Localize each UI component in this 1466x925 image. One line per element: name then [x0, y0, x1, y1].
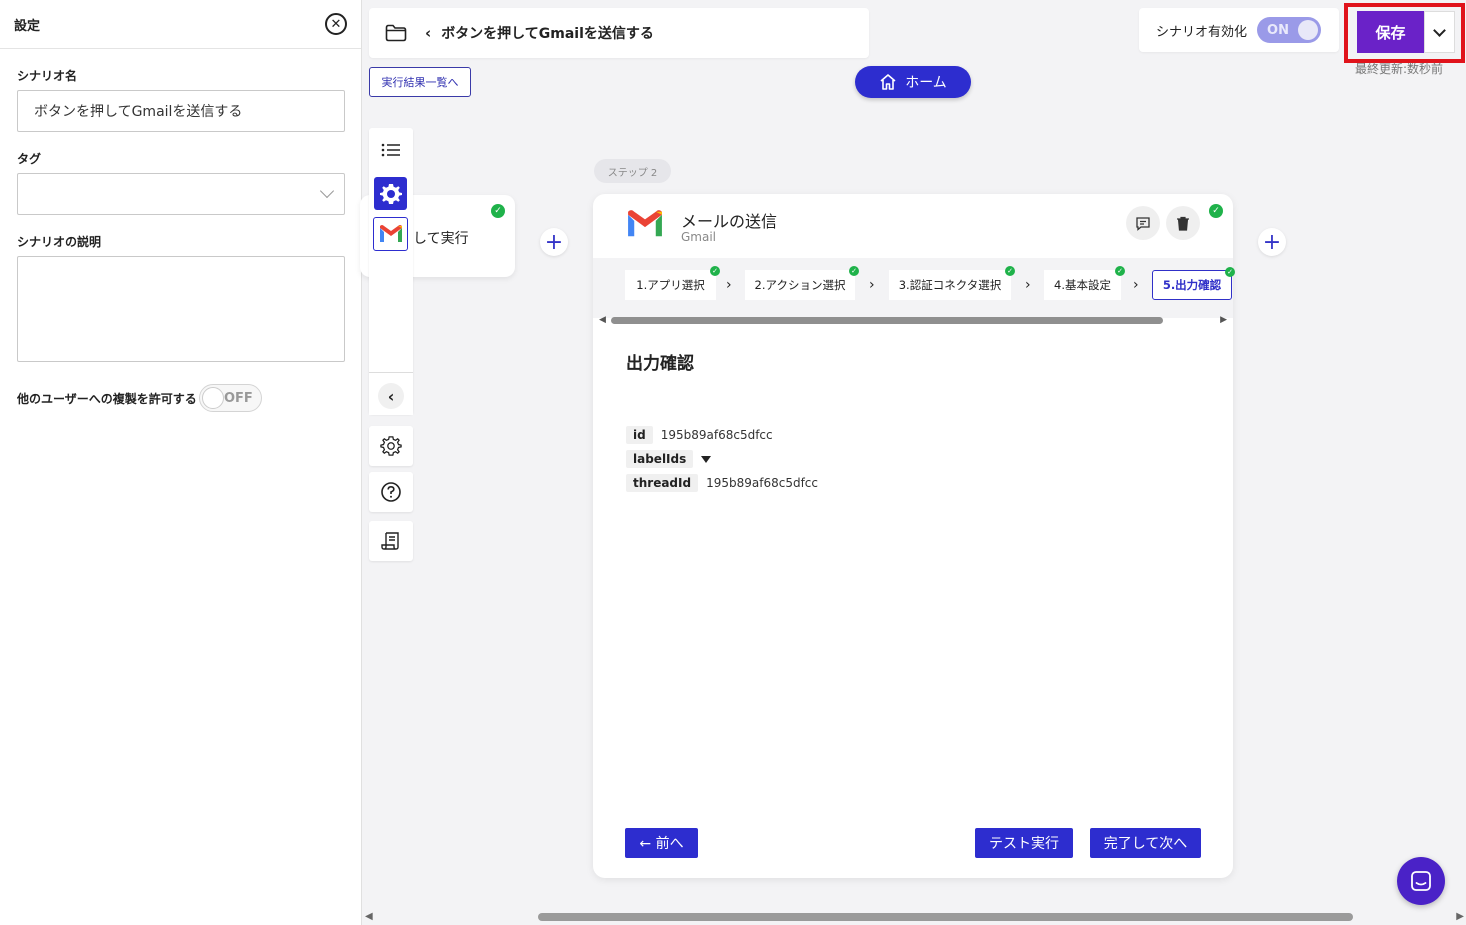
output-value: 195b89af68c5dfcc	[660, 428, 773, 442]
list-icon[interactable]	[369, 130, 413, 170]
trash-icon[interactable]	[1166, 206, 1200, 240]
check-icon: ✓	[1005, 266, 1015, 276]
scroll-thumb[interactable]	[538, 913, 1353, 921]
check-icon: ✓	[1115, 266, 1125, 276]
chat-icon[interactable]	[1397, 857, 1445, 905]
comment-icon[interactable]	[1126, 206, 1160, 240]
home-label: ホーム	[905, 75, 947, 91]
gmail-app-icon[interactable]	[373, 217, 408, 251]
scenario-name-input[interactable]: ボタンを押してGmailを送信する	[17, 90, 345, 132]
toggle-knob	[1298, 20, 1319, 40]
output-key: threadId	[626, 474, 699, 492]
breadcrumb-title: ボタンを押してGmailを送信する	[441, 26, 654, 42]
card-title: メールの送信	[681, 212, 778, 231]
card-subtitle: Gmail	[681, 230, 717, 244]
scroll-left-icon[interactable]: ◀	[365, 911, 373, 922]
log-icon[interactable]	[369, 521, 413, 561]
toggle-state: OFF	[223, 390, 253, 406]
output-value: 195b89af68c5dfcc	[706, 476, 818, 490]
folder-icon[interactable]	[385, 24, 407, 42]
chevron-down-icon	[319, 183, 335, 199]
output-row[interactable]: labelIds	[626, 450, 712, 468]
tag-label: タグ	[17, 152, 42, 166]
gmail-logo-icon	[625, 208, 665, 244]
tab-connector-select[interactable]: 3.認証コネクタ選択 ✓	[889, 266, 1015, 300]
help-icon[interactable]	[369, 472, 413, 512]
scenario-enable-box: シナリオ有効化 ON	[1139, 8, 1339, 52]
chevron-right-icon: ›	[726, 277, 732, 293]
add-step-icon[interactable]: +	[540, 228, 568, 256]
scenario-name-label: シナリオ名	[17, 69, 78, 83]
scroll-right-icon[interactable]: ▶	[1220, 315, 1227, 325]
check-icon: ✓	[1209, 204, 1223, 218]
settings-panel: 設定 ✕ シナリオ名 ボタンを押してGmailを送信する タグ シナリオの説明 …	[0, 0, 362, 925]
scroll-right-icon[interactable]: ▶	[1456, 911, 1464, 922]
complete-next-button[interactable]: 完了して次へ	[1090, 828, 1201, 858]
chevron-down-icon	[1433, 23, 1446, 37]
check-icon: ✓	[491, 204, 505, 218]
last-updated: 最終更新:数秒前	[1355, 62, 1444, 76]
chevron-right-icon: ›	[1025, 277, 1031, 293]
prev-button[interactable]: ← 前へ	[625, 828, 698, 858]
enable-label: シナリオ有効化	[1156, 24, 1248, 40]
tag-select[interactable]	[17, 173, 345, 215]
chevron-left-icon: ‹	[378, 383, 404, 409]
home-button[interactable]: ホーム	[855, 66, 971, 98]
output-key: labelIds	[626, 450, 694, 468]
chevron-right-icon: ›	[1133, 277, 1139, 293]
test-run-button[interactable]: テスト実行	[975, 828, 1073, 858]
canvas-scrollbar[interactable]: ◀ ▶	[363, 910, 1466, 925]
check-icon: ✓	[710, 266, 720, 276]
close-icon[interactable]: ✕	[325, 13, 347, 35]
collapse-button[interactable]: ‹	[369, 377, 413, 415]
tab-basic-settings[interactable]: 4.基本設定 ✓	[1044, 266, 1125, 300]
toggle-knob	[201, 387, 224, 409]
tab-action-select[interactable]: 2.アクション選択 ✓	[745, 266, 859, 300]
step-label: ステップ 2	[594, 159, 671, 183]
save-button[interactable]: 保存	[1357, 11, 1424, 53]
tab-output-check[interactable]: 5.出力確認 ✓	[1152, 267, 1235, 300]
chevron-right-icon: ›	[869, 277, 875, 293]
output-row: threadId 195b89af68c5dfcc	[626, 474, 818, 492]
add-step-icon[interactable]: +	[1258, 228, 1286, 256]
back-chevron-icon[interactable]: ‹	[425, 24, 431, 42]
card-header: メールの送信 Gmail ✓	[593, 194, 1233, 258]
settings-gear-icon[interactable]	[369, 426, 413, 466]
settings-header: 設定 ✕	[0, 0, 361, 49]
check-icon: ✓	[849, 266, 859, 276]
results-list-link[interactable]: 実行結果一覧へ	[369, 67, 471, 97]
copy-allow-toggle[interactable]: OFF	[198, 384, 262, 412]
home-icon	[880, 74, 896, 90]
gear-app-icon[interactable]	[374, 177, 407, 210]
section-title: 出力確認	[626, 354, 694, 374]
copy-allow-row: 他のユーザーへの複製を許可する OFF	[17, 384, 361, 412]
step-card: メールの送信 Gmail ✓ 1.アプリ選択 ✓ › 2.アクション選択 ✓ › 3…	[593, 194, 1235, 878]
toolbar-divider	[369, 372, 413, 373]
output-row: id 195b89af68c5dfcc	[626, 426, 773, 444]
settings-title: 設定	[14, 18, 41, 34]
expand-triangle-icon[interactable]	[701, 455, 712, 463]
tab-app-select[interactable]: 1.アプリ選択 ✓	[625, 266, 720, 300]
enable-toggle[interactable]: ON	[1257, 17, 1322, 43]
copy-allow-label: 他のユーザーへの複製を許可する	[17, 391, 197, 406]
description-textarea[interactable]	[17, 256, 345, 362]
breadcrumb: ‹ ボタンを押してGmailを送信する	[369, 8, 869, 58]
save-dropdown-button[interactable]	[1424, 11, 1455, 53]
scroll-thumb[interactable]	[611, 317, 1163, 324]
scroll-left-icon[interactable]: ◀	[599, 315, 606, 325]
check-icon: ✓	[1225, 267, 1235, 277]
enable-state: ON	[1267, 22, 1289, 38]
step1-label: して実行	[413, 231, 469, 247]
output-key: id	[626, 426, 653, 444]
description-label: シナリオの説明	[17, 235, 102, 249]
tabs-scrollbar[interactable]: ◀ ▶	[599, 315, 1227, 325]
